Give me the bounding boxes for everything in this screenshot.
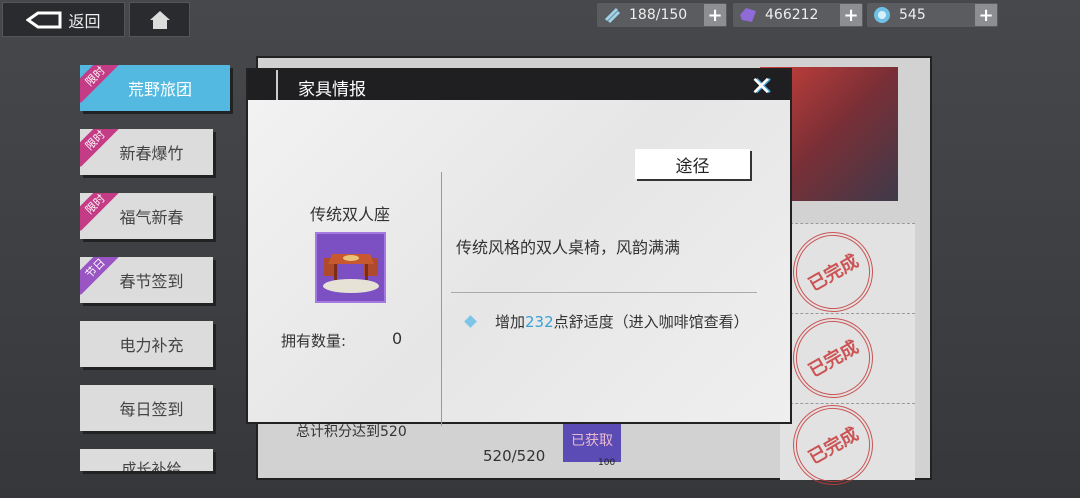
sidebar-item-label: 春节签到 [119, 272, 184, 291]
limited-tag: 限时 [80, 129, 122, 167]
vertical-divider [441, 172, 442, 426]
obtained-label: 已获取 [571, 433, 613, 449]
dialog-body: 途径 传统双人座 拥有数量: 0 传统风格的双人桌椅，风韵满满 增加 232 点… [248, 100, 790, 426]
furniture-info-dialog: 家具情报 ✕ 途径 传统双人座 拥有数量: 0 传统风格的双人桌椅，风韵满满 增… [248, 70, 790, 426]
comfort-value: 232 [525, 312, 554, 331]
owned-count-value: 0 [392, 329, 403, 348]
stamina-resource: 188/150 + [597, 3, 727, 27]
horizontal-divider [451, 292, 757, 293]
gem-icon [871, 4, 893, 26]
festival-tag: 节日 [80, 257, 122, 295]
sidebar-item-power-supply[interactable]: 电力补充 [80, 321, 213, 367]
crystal-value: 466212 [765, 7, 819, 23]
limited-tag: 限时 [80, 65, 122, 103]
obtained-badge: 已获取 [563, 418, 621, 462]
diamond-bullet-icon [464, 315, 477, 328]
limited-tag: 限时 [80, 193, 122, 231]
back-arrow-icon [26, 11, 62, 28]
item-name: 传统双人座 [310, 205, 391, 224]
sidebar-item-fortune-new-year[interactable]: 限时 福气新春 [80, 193, 213, 239]
effect-row: 增加 232 点舒适度（进入咖啡馆查看） [464, 311, 749, 332]
sidebar-item-label: 电力补充 [119, 336, 184, 355]
sidebar-item-daily-sign-in[interactable]: 每日签到 [80, 385, 213, 431]
back-button[interactable]: 返回 [2, 2, 125, 37]
sidebar-item-label: 成长补给 [121, 460, 182, 471]
sidebar-item-label: 每日签到 [119, 400, 184, 419]
dialog-header: 家具情报 ✕ [248, 70, 790, 102]
effect-suffix: 点舒适度（进入咖啡馆查看） [553, 313, 749, 331]
route-button[interactable]: 途径 [635, 149, 750, 179]
dialog-title: 家具情报 [298, 80, 366, 100]
sidebar-item-label: 福气新春 [119, 208, 184, 227]
screen: 返回 188/150 + 466212 + 545 + 限时 荒野旅团 限时 新… [0, 0, 1080, 498]
effect-prefix: 增加 [495, 313, 526, 331]
reward-count: 100 [598, 458, 616, 468]
item-description: 传统风格的双人桌椅，风韵满满 [456, 238, 681, 257]
stamina-value: 188/150 [629, 7, 688, 23]
owned-count-label: 拥有数量: [281, 332, 347, 350]
crystal-resource: 466212 + [733, 3, 863, 27]
task-progress: 520/520 [483, 447, 546, 465]
stamina-add-button[interactable]: + [704, 4, 726, 26]
sidebar-item-new-year-firecracker[interactable]: 限时 新春爆竹 [80, 129, 213, 175]
gem-value: 545 [899, 7, 926, 23]
crystal-icon [737, 4, 759, 26]
sidebar-item-label: 荒野旅团 [127, 80, 192, 99]
task-description: 总计积分达到520 [296, 424, 407, 440]
sidebar-item-wild-brigade[interactable]: 限时 荒野旅团 [80, 65, 230, 111]
gem-add-button[interactable]: + [975, 4, 997, 26]
close-icon[interactable]: ✕ [750, 72, 772, 102]
home-icon [149, 10, 170, 29]
furniture-thumbnail [315, 232, 386, 303]
back-label: 返回 [68, 11, 101, 31]
sidebar-item-growth-supply[interactable]: 成长补给 [80, 449, 213, 471]
sidebar-item-label: 新春爆竹 [119, 144, 184, 163]
home-button[interactable] [129, 2, 190, 37]
sidebar-item-spring-sign-in[interactable]: 节日 春节签到 [80, 257, 213, 303]
stamina-icon [601, 4, 623, 26]
table-chair-icon [322, 253, 379, 293]
crystal-add-button[interactable]: + [840, 4, 862, 26]
gem-resource: 545 + [867, 3, 998, 27]
